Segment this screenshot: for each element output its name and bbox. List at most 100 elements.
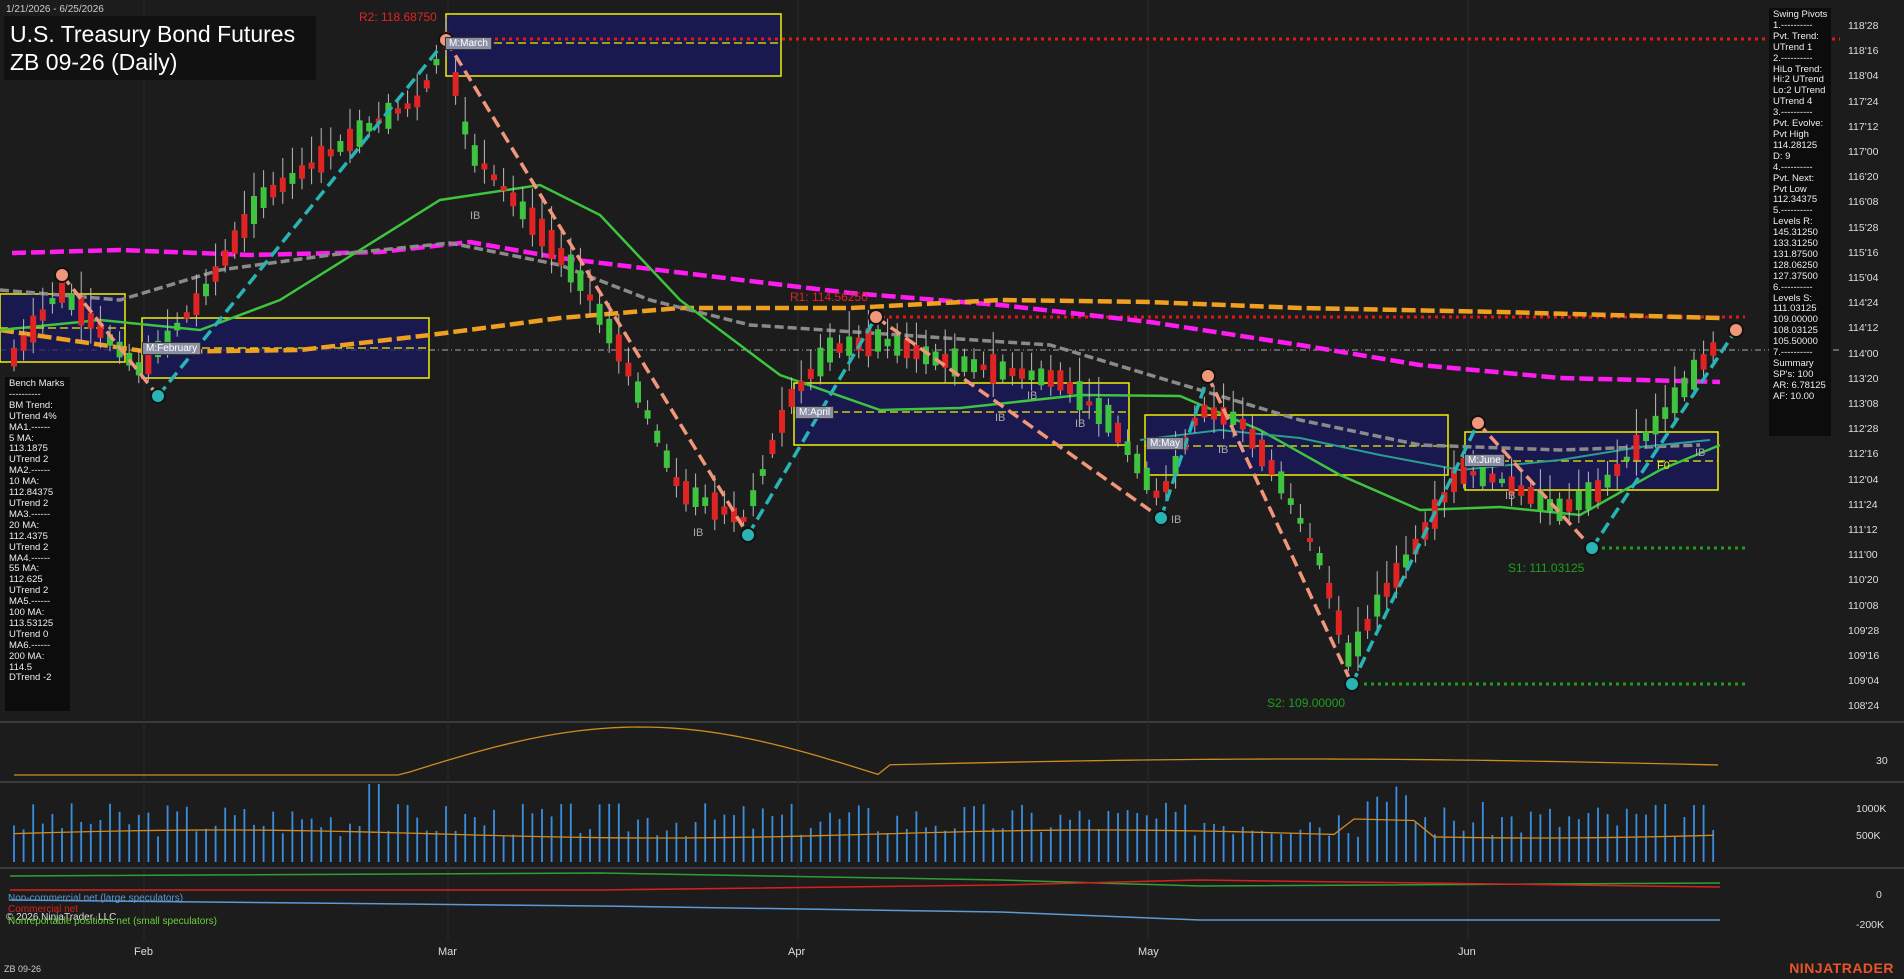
candle-body bbox=[1278, 471, 1285, 494]
candle-body bbox=[817, 347, 824, 377]
ib-label: IB bbox=[995, 412, 1006, 424]
candle-body bbox=[1326, 582, 1333, 599]
candle-body bbox=[212, 266, 219, 282]
candle-body bbox=[884, 338, 891, 347]
candle-body bbox=[1671, 387, 1678, 414]
candle-body bbox=[529, 207, 536, 236]
price-tick-label: 111'12 bbox=[1848, 524, 1878, 536]
price-tick-label: 109'16 bbox=[1848, 650, 1880, 662]
legend-nonreportable: Nonreportable positions net (small specu… bbox=[8, 916, 217, 927]
candle-body bbox=[203, 283, 209, 297]
ninjatrader-logo: NINJATRADER bbox=[1789, 960, 1894, 976]
candle-body bbox=[491, 174, 497, 181]
candle-body bbox=[1163, 481, 1169, 492]
price-tick-label: 111'24 bbox=[1848, 498, 1878, 511]
ib-label: IB bbox=[693, 527, 704, 539]
swing-line bbox=[444, 39, 750, 536]
price-tick-label: 112'04 bbox=[1848, 473, 1879, 486]
candle-body bbox=[875, 329, 881, 352]
price-tick-label: 114'24 bbox=[1848, 297, 1879, 310]
candle-body bbox=[30, 315, 37, 343]
candle-body bbox=[251, 195, 257, 225]
candle-body bbox=[548, 229, 555, 260]
price-tick-label: 114'12 bbox=[1848, 322, 1879, 335]
candle-body bbox=[59, 281, 65, 303]
candle-body bbox=[903, 339, 910, 359]
swing-low-marker bbox=[1584, 540, 1600, 556]
ib-label: IB bbox=[1695, 447, 1706, 459]
candle-body bbox=[577, 270, 584, 291]
candle-body bbox=[347, 128, 353, 152]
swing-low-marker bbox=[150, 388, 166, 404]
candle-body bbox=[395, 108, 401, 114]
candle-body bbox=[1249, 428, 1256, 449]
candle-body bbox=[836, 343, 843, 353]
swing-pivots-panel: Swing Pivots 1.---------- Pvt. Trend: UT… bbox=[1769, 8, 1831, 436]
candle-body bbox=[539, 218, 545, 247]
cot-axis-minus200k: -200K bbox=[1856, 919, 1885, 931]
candle-body bbox=[318, 145, 325, 173]
period-boxes bbox=[0, 13, 1719, 491]
candle-body bbox=[289, 172, 296, 184]
candle-body bbox=[1297, 517, 1304, 524]
candle-body bbox=[433, 59, 440, 66]
candle-body bbox=[1307, 537, 1313, 543]
candle-body bbox=[519, 201, 526, 220]
candle-body bbox=[1316, 553, 1323, 566]
candle-body bbox=[567, 254, 574, 283]
candle-body bbox=[452, 72, 459, 96]
price-tick-label: 109'28 bbox=[1848, 624, 1880, 637]
candle-body bbox=[1383, 582, 1390, 597]
candle-body bbox=[1019, 368, 1025, 379]
candle-body bbox=[1643, 431, 1649, 442]
price-tick-label: 117'00 bbox=[1848, 146, 1879, 158]
candle-body bbox=[1095, 398, 1102, 425]
candle-body bbox=[1374, 594, 1381, 617]
candle-body bbox=[49, 298, 56, 305]
candle-body bbox=[683, 481, 689, 505]
oscillator-line bbox=[14, 726, 1719, 776]
month-tag-march: M:March bbox=[445, 37, 492, 50]
month-tag-february: M:February bbox=[142, 342, 202, 355]
candle-body bbox=[1105, 404, 1112, 433]
candle-body bbox=[1652, 415, 1659, 435]
candle-body bbox=[663, 450, 670, 468]
swing-low-marker bbox=[1153, 510, 1169, 526]
price-tick-label: 117'24 bbox=[1848, 95, 1879, 108]
candle-body bbox=[702, 497, 709, 506]
candle-body bbox=[769, 439, 776, 455]
candle-body bbox=[299, 165, 305, 179]
chart-title-box: U.S. Treasury Bond Futures ZB 09-26 (Dai… bbox=[4, 16, 316, 80]
bench-marks-panel: Bench Marks ---------- BM Trend: UTrend … bbox=[5, 377, 70, 711]
month-tag-may: M:May bbox=[1146, 437, 1184, 450]
candle-body bbox=[673, 477, 680, 486]
candle-body bbox=[174, 322, 181, 331]
month-tag-april: M:April bbox=[795, 406, 835, 419]
candle-body bbox=[193, 293, 200, 316]
candle-body bbox=[971, 359, 977, 373]
candle-body bbox=[1623, 456, 1630, 461]
candle-body bbox=[759, 469, 766, 476]
price-tick-label: 111'00 bbox=[1848, 549, 1878, 562]
candle-body bbox=[423, 80, 430, 89]
candle-body bbox=[980, 364, 987, 370]
price-tick-label: 116'20 bbox=[1848, 171, 1879, 184]
price-tick-label: 115'04 bbox=[1848, 272, 1879, 284]
candle-body bbox=[462, 121, 469, 135]
s1-label: S1: 111.03125 bbox=[1508, 561, 1585, 575]
osc-axis-label: 30 bbox=[1876, 755, 1888, 767]
candle-body bbox=[1009, 368, 1016, 377]
candle-body bbox=[558, 248, 565, 265]
candle-body bbox=[1681, 377, 1688, 398]
candle-body bbox=[500, 186, 507, 191]
price-chart[interactable] bbox=[0, 0, 1904, 979]
candle-body bbox=[1700, 354, 1707, 370]
candle-body bbox=[1057, 370, 1064, 391]
candle-body bbox=[692, 487, 699, 507]
volume-average-line bbox=[13, 818, 1715, 839]
candle-body bbox=[1335, 610, 1342, 635]
ib-label: IB bbox=[1075, 418, 1086, 430]
r1-label: R1: 114.56250 bbox=[790, 290, 868, 304]
candle-body bbox=[1691, 359, 1697, 390]
month-tag-june: M:June bbox=[1464, 454, 1505, 467]
